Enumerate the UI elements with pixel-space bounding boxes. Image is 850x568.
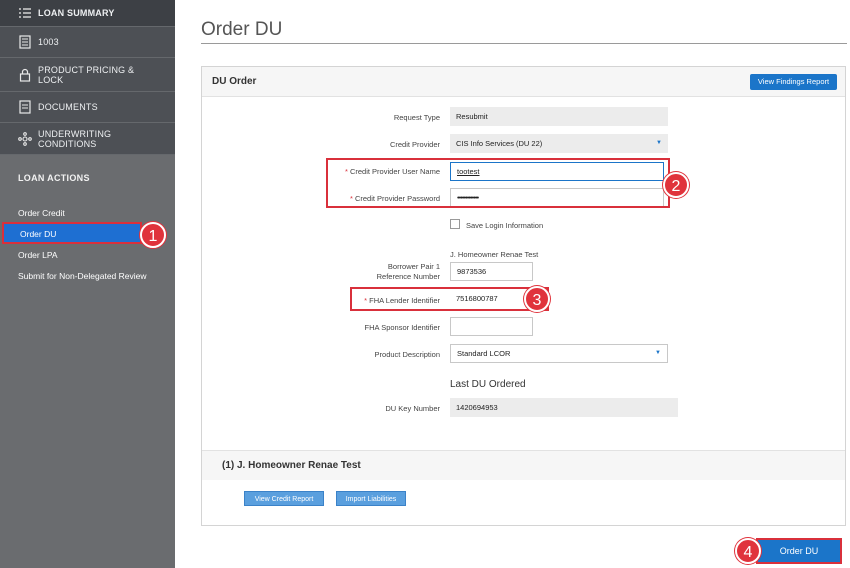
view-findings-report-button[interactable]: View Findings Report [750, 74, 837, 90]
action-order-lpa[interactable]: Order LPA [18, 250, 58, 260]
view-credit-report-button[interactable]: View Credit Report [244, 491, 324, 506]
borrower-name: J. Homeowner Renae Test [450, 250, 539, 259]
credit-provider-value: CIS Info Services (DU 22) [456, 139, 543, 148]
list-icon [19, 8, 31, 18]
fha-sponsor-label: FHA Sponsor Identifier [364, 323, 440, 332]
highlight-fha-lender [350, 287, 549, 311]
borrower-ref-label-2: Reference Number [376, 272, 440, 281]
page-title: Order DU [201, 19, 283, 40]
borrower-ref-label-1: Borrower Pair 1 [387, 262, 440, 271]
document-icon [19, 100, 31, 114]
nav-label: DOCUMENTS [38, 102, 98, 112]
order-du-button[interactable]: Order DU [758, 540, 840, 562]
action-order-credit[interactable]: Order Credit [18, 208, 65, 218]
nav-loan-summary[interactable]: LOAN SUMMARY [0, 0, 175, 27]
credit-provider-label: Credit Provider [389, 140, 440, 149]
nav-product-pricing-lock[interactable]: PRODUCT PRICING & LOCK [0, 58, 175, 92]
panel-header: DU Order View Findings Report [202, 67, 845, 97]
nav-documents[interactable]: DOCUMENTS [0, 92, 175, 123]
callout-badge-2: 2 [663, 172, 689, 198]
product-description-label: Product Description [374, 350, 440, 359]
request-type-field: Resubmit [450, 107, 668, 126]
highlight-credentials [326, 158, 670, 208]
fha-sponsor-input[interactable] [450, 317, 533, 336]
nav-label: PRODUCT PRICING & LOCK [38, 64, 135, 85]
nav-label: 1003 [38, 37, 59, 47]
credit-provider-select[interactable]: CIS Info Services (DU 22) ▼ [450, 134, 668, 153]
sidebar: LOAN SUMMARY 1003 PRODUCT PRICING & LOCK… [0, 0, 175, 568]
request-type-label: Request Type [393, 113, 440, 122]
borrower-section-header: (1) J. Homeowner Renae Test [202, 450, 845, 480]
form-icon [19, 35, 31, 49]
save-login-label: Save Login Information [466, 221, 544, 230]
borrower-section-title: (1) J. Homeowner Renae Test [222, 460, 361, 471]
borrower-ref-input[interactable]: 9873536 [450, 262, 533, 281]
nav-label: UNDERWRITING CONDITIONS [38, 128, 112, 149]
du-key-field: 1420694953 [450, 398, 678, 417]
panel-title: DU Order [212, 76, 257, 87]
callout-badge-1: 1 [140, 222, 166, 248]
chevron-down-icon: ▼ [656, 140, 662, 146]
loan-actions-heading: LOAN ACTIONS [18, 173, 90, 183]
product-description-select[interactable]: Standard LCOR ▼ [450, 344, 668, 363]
callout-badge-3: 3 [524, 286, 550, 312]
network-icon [18, 131, 32, 146]
nav-1003[interactable]: 1003 [0, 27, 175, 58]
import-liabilities-button[interactable]: Import Liabilities [336, 491, 406, 506]
chevron-down-icon: ▼ [655, 350, 661, 356]
callout-badge-4: 4 [735, 538, 761, 564]
lock-icon [19, 68, 31, 82]
action-order-du[interactable]: Order DU [2, 222, 142, 244]
action-order-du-label: Order DU [20, 229, 57, 239]
product-description-value: Standard LCOR [457, 349, 511, 358]
nav-underwriting-conditions[interactable]: UNDERWRITING CONDITIONS [0, 123, 175, 155]
last-du-heading: Last DU Ordered [450, 379, 526, 390]
du-key-label: DU Key Number [385, 404, 440, 413]
title-divider [201, 43, 847, 44]
nav-label: LOAN SUMMARY [38, 8, 115, 18]
save-login-checkbox[interactable] [450, 219, 460, 229]
action-submit-non-delegated-review[interactable]: Submit for Non-Delegated Review [18, 271, 147, 281]
